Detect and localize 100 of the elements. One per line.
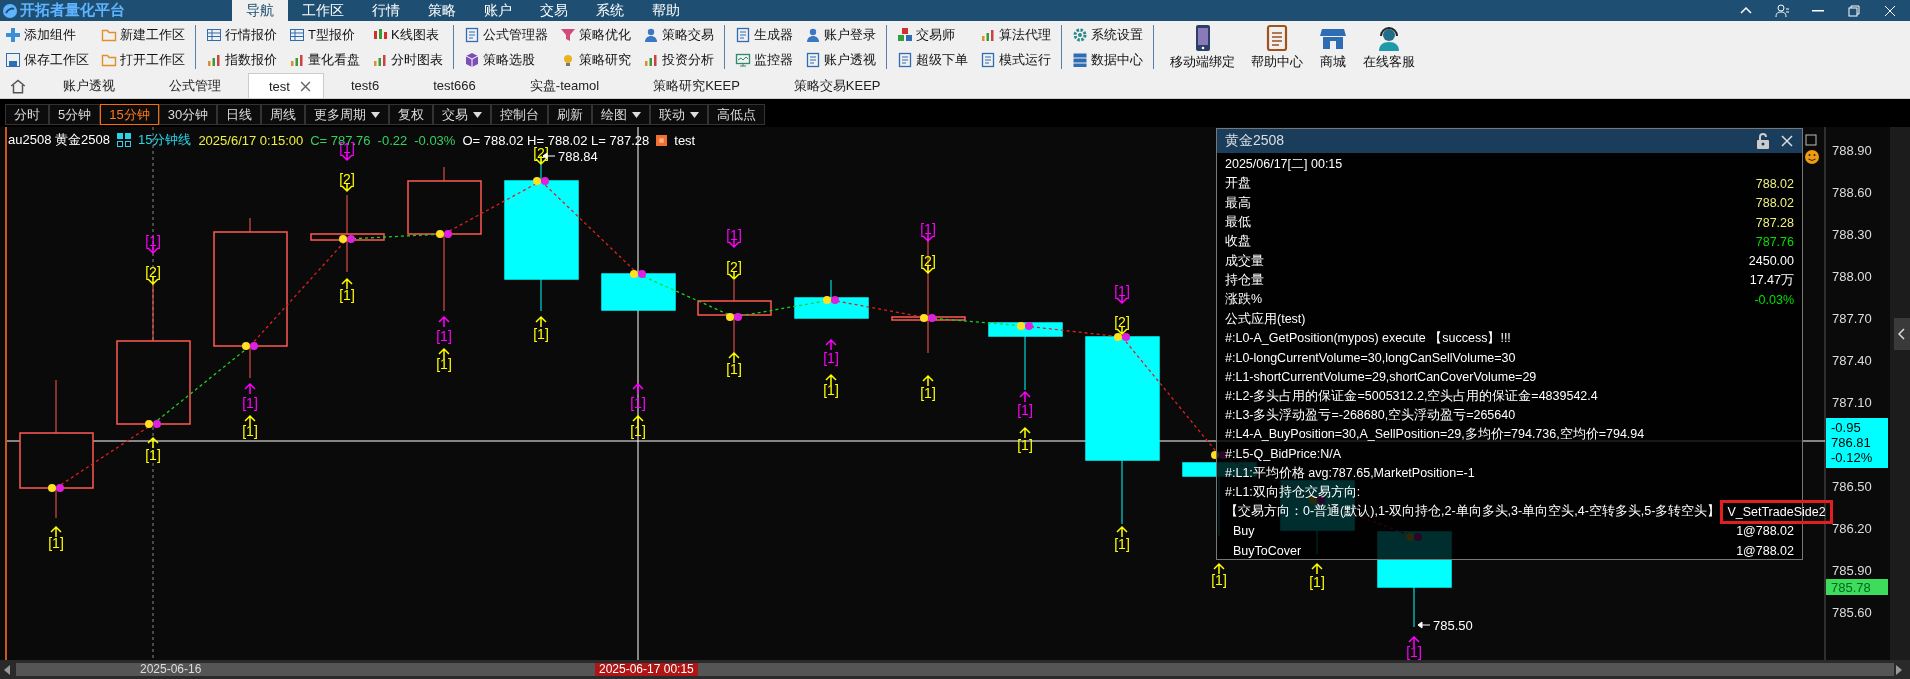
ribbon-button[interactable]: 策略选股 bbox=[462, 49, 550, 70]
ribbon-button[interactable]: 移动端绑定 bbox=[1162, 23, 1243, 71]
close-button[interactable] bbox=[1780, 134, 1794, 148]
tab[interactable]: 策略研究KEEP bbox=[626, 73, 767, 98]
document-icon bbox=[980, 51, 996, 68]
ribbon-button[interactable]: 打开工作区 bbox=[99, 49, 187, 70]
field-value: 1@788.02 bbox=[1736, 524, 1794, 539]
period-button[interactable]: 日线 bbox=[217, 104, 262, 125]
menu-item[interactable]: 行情 bbox=[358, 0, 414, 21]
menu-item[interactable]: 导航 bbox=[232, 0, 288, 21]
field-value: 787.28 bbox=[1755, 215, 1794, 230]
change-label: -0.22 bbox=[377, 132, 408, 148]
period-button[interactable]: 联动 bbox=[650, 104, 709, 125]
ribbon-button[interactable]: 账户透视 bbox=[803, 49, 878, 70]
ribbon-button[interactable]: 策略优化 bbox=[558, 24, 633, 45]
change-percent-label: -0.03% bbox=[414, 132, 456, 148]
database-icon bbox=[1072, 51, 1088, 68]
tab[interactable]: 实盘-teamol bbox=[502, 73, 627, 98]
ribbon-button[interactable]: 账户登录 bbox=[803, 24, 878, 45]
field-value: 17.47万 bbox=[1749, 271, 1794, 289]
period-button[interactable]: 高低点 bbox=[708, 104, 766, 125]
tab[interactable]: test666 bbox=[406, 73, 503, 98]
ribbon-button[interactable]: 模式运行 bbox=[978, 49, 1053, 70]
period-button[interactable]: 分时 bbox=[5, 104, 49, 125]
menu-item[interactable]: 帮助 bbox=[638, 0, 694, 21]
period-button[interactable]: 周线 bbox=[261, 104, 306, 125]
signal-label: [1] bbox=[436, 356, 452, 372]
scroll-track[interactable]: 2025-06-16 2025-06-17 00:15 bbox=[16, 663, 1894, 676]
ribbon-button[interactable]: 系统设置 bbox=[1070, 24, 1145, 45]
field-value: 788.02 bbox=[1755, 176, 1794, 191]
order-label: Buy bbox=[1233, 524, 1255, 539]
axis-label: 785.60 bbox=[1832, 605, 1872, 620]
ribbon-button[interactable]: K线图表 bbox=[370, 24, 445, 45]
ribbon-button[interactable]: T型报价 bbox=[287, 24, 362, 45]
period-button[interactable]: 交易 bbox=[433, 104, 492, 125]
ribbon-button[interactable]: 指数报价 bbox=[204, 49, 279, 70]
menu-item[interactable]: 工作区 bbox=[288, 0, 358, 21]
signal-label: [1] bbox=[436, 328, 452, 344]
ribbon-button[interactable]: 新建工作区 bbox=[99, 24, 187, 45]
smiley-icon bbox=[1805, 150, 1819, 164]
log-line: #:L3-多头浮动盈亏=-268680,空头浮动盈亏=265640 bbox=[1225, 407, 1516, 424]
axis-label: 788.00 bbox=[1832, 269, 1872, 284]
signal-label: [1] bbox=[145, 447, 161, 463]
ribbon-button[interactable]: 商城 bbox=[1311, 23, 1355, 71]
ribbon-button[interactable]: 算法代理 bbox=[978, 24, 1053, 45]
ribbon-button[interactable]: 数据中心 bbox=[1070, 49, 1145, 70]
tab[interactable]: 账户透视 bbox=[36, 73, 142, 98]
user-icon bbox=[1774, 2, 1790, 19]
ribbon-button[interactable]: 投资分析 bbox=[641, 49, 716, 70]
menu-item[interactable]: 系统 bbox=[582, 0, 638, 21]
period-button[interactable]: 更多周期 bbox=[305, 104, 390, 125]
ribbon-button[interactable]: 生成器 bbox=[733, 24, 795, 45]
ribbon-button[interactable]: 分时图表 bbox=[370, 49, 445, 70]
menu-item[interactable]: 策略 bbox=[414, 0, 470, 21]
ribbon-button[interactable]: 量化看盘 bbox=[287, 49, 362, 70]
ribbon-button[interactable]: 在线客服 bbox=[1355, 23, 1423, 71]
checkbox[interactable] bbox=[1805, 134, 1817, 146]
tab[interactable]: 公式管理 bbox=[142, 73, 248, 98]
popup-title: 黄金2508 bbox=[1225, 132, 1285, 150]
ribbon-button[interactable]: 帮助中心 bbox=[1243, 23, 1311, 71]
signal-label: [1] bbox=[145, 233, 161, 249]
arrow-icon bbox=[1417, 621, 1431, 629]
period-button[interactable]: 控制台 bbox=[491, 104, 549, 125]
axis-label: 786.50 bbox=[1832, 479, 1872, 494]
ribbon-button[interactable]: 添加组件 bbox=[3, 24, 91, 45]
ribbon-button[interactable]: 超级下单 bbox=[895, 49, 970, 70]
axis-label: 788.30 bbox=[1832, 227, 1872, 242]
period-button[interactable]: 复权 bbox=[389, 104, 434, 125]
period-button[interactable]: 5分钟 bbox=[49, 104, 101, 125]
symbol-label: au2508 黄金2508 bbox=[8, 131, 110, 149]
log-line: #:L5-Q_BidPrice:N/A bbox=[1225, 447, 1342, 462]
collapse-handle[interactable] bbox=[1894, 317, 1910, 350]
signal-label: [1] bbox=[339, 287, 355, 303]
ribbon-button[interactable]: 监控器 bbox=[733, 49, 795, 70]
lock-button[interactable] bbox=[1756, 133, 1770, 149]
signal-label: [1] bbox=[920, 221, 936, 237]
log-line: #:L1-shortCurrentVolume=29,shortCanCoverVolume=29 bbox=[1225, 369, 1537, 384]
ribbon-button[interactable]: 策略研究 bbox=[558, 49, 633, 70]
tab[interactable]: 策略交易KEEP bbox=[766, 73, 908, 98]
period-button[interactable]: 刷新 bbox=[548, 104, 593, 125]
menu-item[interactable]: 交易 bbox=[526, 0, 582, 21]
signal-label: [1] bbox=[726, 227, 742, 243]
period-button[interactable]: 30分钟 bbox=[158, 104, 218, 125]
ribbon-button[interactable]: 策略交易 bbox=[641, 24, 716, 45]
ribbon-button[interactable]: 交易师 bbox=[895, 24, 970, 45]
menu-item[interactable]: 账户 bbox=[470, 0, 526, 21]
ribbon-button[interactable]: 公式管理器 bbox=[462, 24, 550, 45]
tab[interactable]: test bbox=[248, 73, 324, 98]
axis-label: 787.70 bbox=[1832, 311, 1872, 326]
table-icon bbox=[206, 26, 222, 43]
date-label: 2025-06-16 bbox=[139, 663, 203, 676]
document-icon bbox=[805, 51, 821, 68]
period-button[interactable]: 15分钟 bbox=[100, 104, 159, 125]
tab[interactable]: test6 bbox=[323, 73, 407, 98]
ribbon-button[interactable]: 保存工作区 bbox=[3, 49, 91, 70]
ribbon-button[interactable]: 行情报价 bbox=[204, 24, 279, 45]
caret-icon bbox=[371, 111, 381, 118]
funnel-icon bbox=[560, 26, 576, 43]
period-button[interactable]: 绘图 bbox=[592, 104, 651, 125]
log-line: #:L4-A_BuyPosition=30,A_SellPosition=29,多均价=794.736,空均价=794.94 bbox=[1225, 426, 1645, 444]
